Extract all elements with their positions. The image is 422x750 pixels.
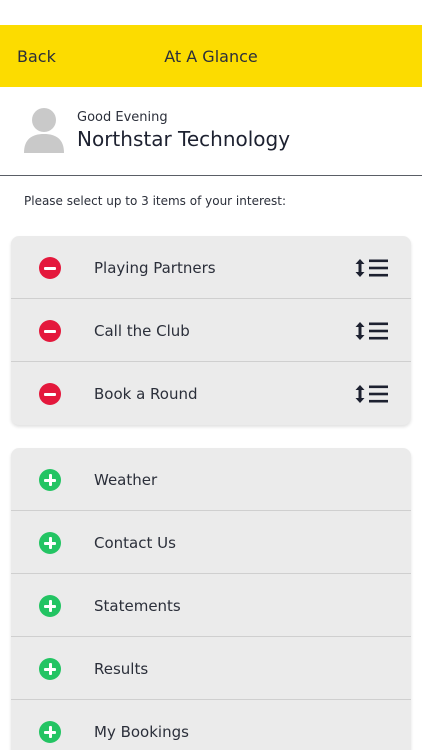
status-bar-area [0,0,422,25]
item-label: Weather [94,471,158,489]
add-circle-icon[interactable] [39,658,61,680]
greeting-text: Good Evening [77,110,168,125]
item-label: Playing Partners [94,259,216,277]
top-bar: Back At A Glance [0,25,422,87]
reorder-icon[interactable] [355,384,389,404]
remove-circle-icon[interactable] [39,257,61,279]
user-avatar-icon [24,108,64,153]
available-item-statements[interactable]: Statements [11,574,411,637]
add-circle-icon[interactable] [39,595,61,617]
item-label: Contact Us [94,534,176,552]
selected-item-playing-partners[interactable]: Playing Partners [11,236,411,299]
add-circle-icon[interactable] [39,469,61,491]
remove-circle-icon[interactable] [39,320,61,342]
selected-item-book-a-round[interactable]: Book a Round [11,362,411,425]
company-name: Northstar Technology [77,127,291,151]
page-title: At A Glance [164,47,258,66]
available-items-card: Weather Contact Us Statements Results My… [11,448,411,750]
item-label: Book a Round [94,385,198,403]
selection-instructions: Please select up to 3 items of your inte… [24,194,287,208]
reorder-icon[interactable] [355,321,389,341]
item-label: Call the Club [94,322,190,340]
profile-section: Good Evening Northstar Technology [0,87,422,176]
available-item-results[interactable]: Results [11,637,411,700]
available-item-contact-us[interactable]: Contact Us [11,511,411,574]
selected-items-card: Playing Partners Call the Club Book a Ro… [11,236,411,425]
available-item-my-bookings[interactable]: My Bookings [11,700,411,750]
reorder-icon[interactable] [355,258,389,278]
item-label: Statements [94,597,181,615]
item-label: My Bookings [94,723,189,741]
remove-circle-icon[interactable] [39,383,61,405]
selected-item-call-the-club[interactable]: Call the Club [11,299,411,362]
item-label: Results [94,660,149,678]
available-item-weather[interactable]: Weather [11,448,411,511]
add-circle-icon[interactable] [39,532,61,554]
add-circle-icon[interactable] [39,721,61,743]
